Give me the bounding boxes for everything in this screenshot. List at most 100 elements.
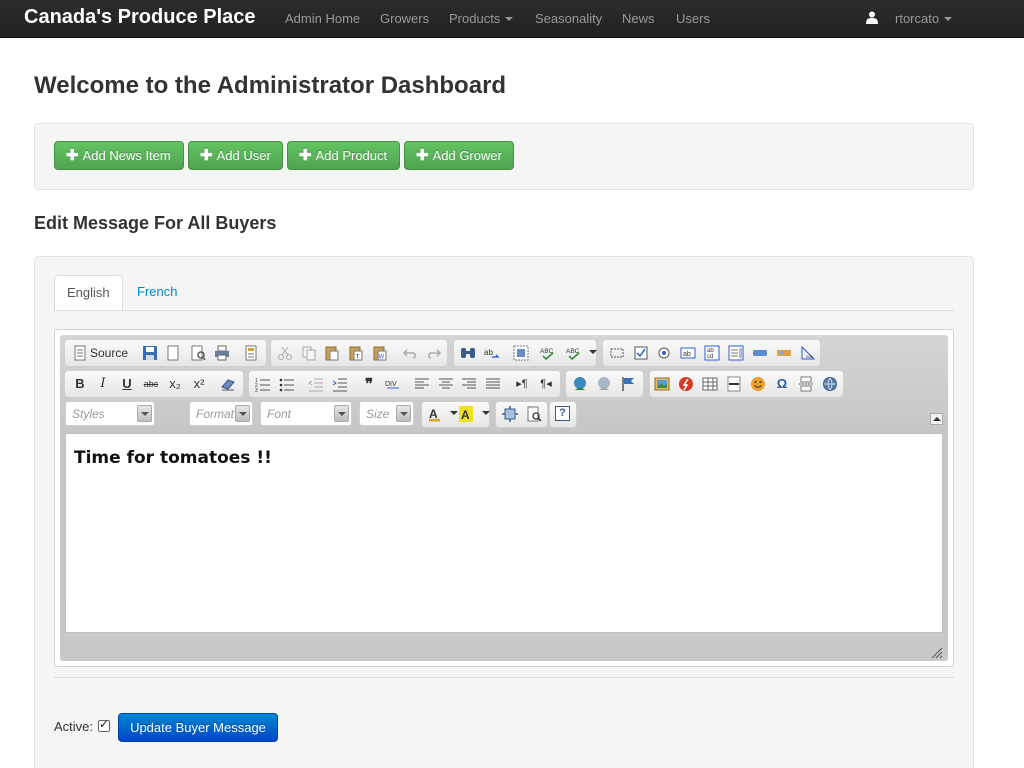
nav-users[interactable]: Users [676, 11, 710, 26]
align-right-icon[interactable] [461, 376, 477, 392]
editor-content-text: Time for tomatoes !! [74, 448, 272, 468]
resize-grip-icon[interactable] [929, 645, 943, 659]
select-field-icon[interactable] [728, 345, 744, 361]
table-icon[interactable] [702, 376, 718, 392]
button-icon[interactable] [752, 345, 768, 361]
source-button-label[interactable]: Source [90, 346, 128, 360]
font-dropdown[interactable]: Font [260, 401, 352, 426]
image-button-icon[interactable] [776, 345, 792, 361]
format-dropdown[interactable]: Format [189, 401, 253, 426]
toolbar-group-tools [495, 401, 548, 428]
help-icon[interactable]: ? [555, 406, 570, 421]
add-product-button[interactable]: ✚ Add Product [287, 141, 400, 170]
numbered-list-icon[interactable]: 123 [255, 376, 271, 392]
update-buyer-message-button[interactable]: Update Buyer Message [118, 713, 278, 742]
bold-button[interactable]: B [72, 376, 88, 392]
svg-text:W: W [379, 355, 385, 361]
superscript-button[interactable]: x² [191, 376, 207, 392]
textarea-icon[interactable]: abcd [704, 345, 720, 361]
ltr-direction-icon[interactable]: ▸¶ [514, 376, 530, 392]
unlink-icon[interactable] [596, 376, 612, 392]
add-news-item-button[interactable]: ✚ Add News Item [54, 141, 184, 170]
svg-text:3: 3 [255, 388, 258, 392]
add-user-button[interactable]: ✚ Add User [188, 141, 283, 170]
align-center-icon[interactable] [438, 376, 454, 392]
select-all-icon[interactable] [513, 345, 529, 361]
indent-icon[interactable] [332, 376, 348, 392]
outdent-icon[interactable] [308, 376, 324, 392]
create-div-icon[interactable]: DIV [385, 376, 401, 392]
tab-french[interactable]: French [125, 275, 189, 311]
collapse-toolbar-button[interactable] [930, 413, 943, 425]
eraser-icon[interactable] [220, 376, 236, 392]
brand-logo[interactable]: Canada's Produce Place [24, 6, 256, 29]
tab-english[interactable]: English [54, 275, 123, 311]
copy-icon[interactable] [301, 345, 317, 361]
chevron-down-icon [944, 16, 953, 21]
anchor-icon[interactable] [620, 376, 636, 392]
templates-icon[interactable] [243, 345, 259, 361]
subscript-button[interactable]: x₂ [167, 376, 183, 392]
user-menu-dropdown[interactable]: rtorcato [895, 11, 953, 26]
spellcheck-icon[interactable]: ABC [540, 345, 556, 361]
italic-button[interactable]: I [95, 376, 111, 392]
replace-icon[interactable]: ab [484, 345, 500, 361]
editor-content-area[interactable]: Time for tomatoes !! [65, 433, 943, 633]
preview-icon[interactable] [190, 345, 206, 361]
paste-icon[interactable] [324, 345, 340, 361]
cut-icon[interactable] [277, 345, 293, 361]
spellcheck-as-you-type-icon[interactable]: ABC [566, 345, 582, 361]
paste-word-icon[interactable]: W [372, 345, 388, 361]
iframe-icon[interactable] [822, 376, 838, 392]
background-color-icon[interactable]: A [459, 406, 475, 422]
blockquote-icon[interactable]: ❞ [361, 376, 377, 392]
radio-icon[interactable] [656, 345, 672, 361]
checkbox-icon[interactable] [633, 345, 649, 361]
top-navbar: Canada's Produce Place Admin Home Grower… [0, 0, 1024, 38]
plus-icon: ✚ [416, 147, 429, 164]
justify-icon[interactable] [485, 376, 501, 392]
maximize-icon[interactable] [502, 406, 518, 422]
add-user-label: Add User [216, 148, 271, 163]
chevron-down-icon[interactable] [482, 411, 490, 415]
image-icon[interactable] [654, 376, 670, 392]
chevron-down-icon[interactable] [450, 411, 458, 415]
nav-products-dropdown[interactable]: Products [449, 11, 514, 26]
text-field-icon[interactable]: ab [680, 345, 696, 361]
bulleted-list-icon[interactable] [279, 376, 295, 392]
nav-growers[interactable]: Growers [380, 11, 429, 26]
svg-text:ab: ab [484, 348, 493, 357]
new-page-icon[interactable] [165, 345, 181, 361]
nav-news[interactable]: News [622, 11, 655, 26]
align-left-icon[interactable] [414, 376, 430, 392]
underline-button[interactable]: U [119, 376, 135, 392]
source-icon[interactable] [72, 345, 88, 361]
add-grower-button[interactable]: ✚ Add Grower [404, 141, 514, 170]
flash-icon[interactable] [678, 376, 694, 392]
text-color-icon[interactable]: A [428, 406, 444, 422]
active-checkbox[interactable] [98, 717, 110, 732]
strikethrough-button[interactable]: abc [143, 376, 159, 392]
undo-icon[interactable] [402, 345, 418, 361]
form-divider [54, 677, 954, 678]
form-icon[interactable] [609, 345, 625, 361]
rtl-direction-icon[interactable]: ¶◂ [538, 376, 554, 392]
page-break-icon[interactable] [798, 376, 814, 392]
nav-seasonality[interactable]: Seasonality [535, 11, 602, 26]
styles-dropdown[interactable]: Styles [65, 401, 155, 426]
hidden-field-icon[interactable]: cds [800, 345, 816, 361]
redo-icon[interactable] [426, 345, 442, 361]
size-dropdown[interactable]: Size [359, 401, 414, 426]
horizontal-line-icon[interactable] [726, 376, 742, 392]
smiley-icon[interactable] [750, 376, 766, 392]
show-blocks-icon[interactable] [526, 406, 542, 422]
special-char-icon[interactable]: Ω [774, 376, 790, 392]
link-icon[interactable] [572, 376, 588, 392]
toolbar-group-insert: Ω [649, 370, 844, 398]
find-icon[interactable] [460, 345, 476, 361]
save-icon[interactable] [142, 345, 158, 361]
paste-text-icon[interactable]: T [348, 345, 364, 361]
print-icon[interactable] [214, 345, 230, 361]
nav-admin-home[interactable]: Admin Home [285, 11, 360, 26]
chevron-down-icon[interactable] [589, 350, 597, 354]
